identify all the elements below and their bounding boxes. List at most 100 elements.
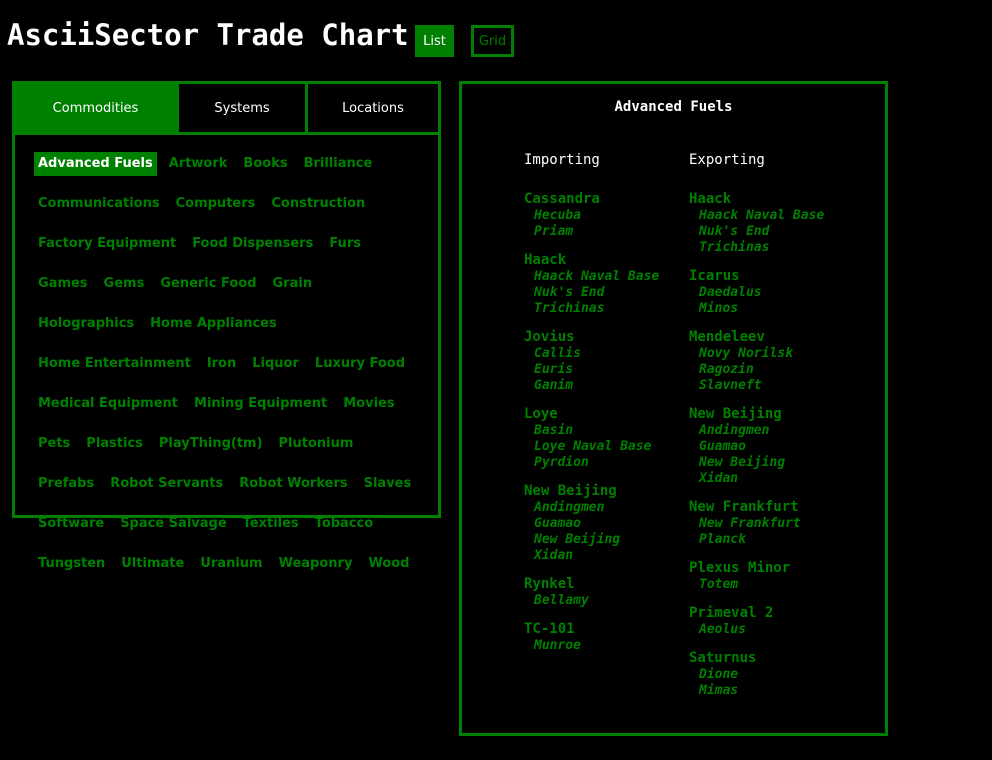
- system-link[interactable]: TC-101: [524, 620, 689, 638]
- location-link[interactable]: Priam: [524, 224, 689, 240]
- tab-commodities[interactable]: Commodities: [15, 84, 176, 132]
- commodity-link[interactable]: Space Salvage: [116, 512, 230, 536]
- commodity-link[interactable]: Software: [34, 512, 108, 536]
- commodity-link[interactable]: Holographics: [34, 312, 138, 336]
- tab-systems[interactable]: Systems: [176, 84, 305, 132]
- list-view-button[interactable]: List: [415, 25, 454, 57]
- location-link[interactable]: Trichinas: [689, 240, 854, 256]
- system-group: Mendeleev Novy Norilsk Ragozin Slavneft: [689, 328, 854, 394]
- system-link[interactable]: Haack: [689, 190, 854, 208]
- location-link[interactable]: Nuk's End: [524, 285, 689, 301]
- commodity-link[interactable]: Prefabs: [34, 472, 98, 496]
- commodity-link[interactable]: Home Entertainment: [34, 352, 195, 376]
- location-link[interactable]: Novy Norilsk: [689, 346, 854, 362]
- location-link[interactable]: New Frankfurt: [689, 516, 854, 532]
- commodity-link[interactable]: Games: [34, 272, 92, 296]
- system-link[interactable]: New Beijing: [524, 482, 689, 500]
- system-link[interactable]: Cassandra: [524, 190, 689, 208]
- location-link[interactable]: New Beijing: [689, 455, 854, 471]
- commodity-link[interactable]: Uranium: [196, 552, 266, 576]
- commodity-link[interactable]: Grain: [269, 272, 317, 296]
- location-link[interactable]: Hecuba: [524, 208, 689, 224]
- commodity-link[interactable]: Weaponry: [275, 552, 357, 576]
- system-link[interactable]: Icarus: [689, 267, 854, 285]
- commodity-link[interactable]: Gems: [100, 272, 149, 296]
- location-link[interactable]: Callis: [524, 346, 689, 362]
- tab-bar: Commodities Systems Locations: [15, 84, 438, 135]
- commodity-link[interactable]: Robot Workers: [235, 472, 351, 496]
- location-link[interactable]: Loye Naval Base: [524, 439, 689, 455]
- commodity-link[interactable]: PlayThing(tm): [155, 432, 267, 456]
- exporting-header: Exporting: [689, 152, 765, 168]
- location-link[interactable]: Ganim: [524, 378, 689, 394]
- commodity-link[interactable]: Plastics: [82, 432, 147, 456]
- commodity-link[interactable]: Food Dispensers: [188, 232, 317, 256]
- commodity-link[interactable]: Brilliance: [300, 152, 377, 176]
- location-link[interactable]: Euris: [524, 362, 689, 378]
- commodity-link[interactable]: Wood: [364, 552, 413, 576]
- system-group: Primeval 2 Aeolus: [689, 604, 854, 638]
- commodity-link[interactable]: Textiles: [239, 512, 303, 536]
- commodity-link[interactable]: Liquor: [248, 352, 303, 376]
- location-link[interactable]: Mimas: [689, 683, 854, 699]
- commodity-link[interactable]: Books: [239, 152, 291, 176]
- system-link[interactable]: New Frankfurt: [689, 498, 854, 516]
- location-link[interactable]: Xidan: [524, 548, 689, 564]
- location-link[interactable]: Guamao: [524, 516, 689, 532]
- commodity-link[interactable]: Generic Food: [156, 272, 260, 296]
- commodity-link[interactable]: Advanced Fuels: [34, 152, 157, 176]
- system-link[interactable]: Plexus Minor: [689, 559, 854, 577]
- system-link[interactable]: New Beijing: [689, 405, 854, 423]
- location-link[interactable]: Daedalus: [689, 285, 854, 301]
- location-link[interactable]: Bellamy: [524, 593, 689, 609]
- system-link[interactable]: Primeval 2: [689, 604, 854, 622]
- system-link[interactable]: Saturnus: [689, 649, 854, 667]
- location-link[interactable]: New Beijing: [524, 532, 689, 548]
- commodity-link[interactable]: Artwork: [165, 152, 232, 176]
- location-link[interactable]: Slavneft: [689, 378, 854, 394]
- commodity-link[interactable]: Communications: [34, 192, 164, 216]
- commodity-link[interactable]: Iron: [203, 352, 240, 376]
- commodity-link[interactable]: Robot Servants: [106, 472, 227, 496]
- system-link[interactable]: Haack: [524, 251, 689, 269]
- location-link[interactable]: Basin: [524, 423, 689, 439]
- commodity-link[interactable]: Slaves: [360, 472, 416, 496]
- commodity-link[interactable]: Movies: [339, 392, 398, 416]
- location-link[interactable]: Andingmen: [524, 500, 689, 516]
- location-link[interactable]: Nuk's End: [689, 224, 854, 240]
- location-link[interactable]: Munroe: [524, 638, 689, 654]
- location-link[interactable]: Pyrdion: [524, 455, 689, 471]
- location-link[interactable]: Andingmen: [689, 423, 854, 439]
- commodity-link[interactable]: Pets: [34, 432, 74, 456]
- commodity-link[interactable]: Plutonium: [275, 432, 358, 456]
- system-link[interactable]: Jovius: [524, 328, 689, 346]
- commodity-link[interactable]: Ultimate: [117, 552, 188, 576]
- location-link[interactable]: Xidan: [689, 471, 854, 487]
- location-link[interactable]: Trichinas: [524, 301, 689, 317]
- tab-locations[interactable]: Locations: [305, 84, 438, 132]
- location-link[interactable]: Aeolus: [689, 622, 854, 638]
- location-link[interactable]: Haack Naval Base: [524, 269, 689, 285]
- location-link[interactable]: Guamao: [689, 439, 854, 455]
- system-link[interactable]: Rynkel: [524, 575, 689, 593]
- commodity-link[interactable]: Home Appliances: [146, 312, 281, 336]
- commodity-link[interactable]: Computers: [172, 192, 260, 216]
- location-link[interactable]: Ragozin: [689, 362, 854, 378]
- system-link[interactable]: Mendeleev: [689, 328, 854, 346]
- location-link[interactable]: Planck: [689, 532, 854, 548]
- system-group: Saturnus Dione Mimas: [689, 649, 854, 699]
- commodity-link[interactable]: Tungsten: [34, 552, 109, 576]
- commodity-link[interactable]: Furs: [325, 232, 365, 256]
- location-link[interactable]: Minos: [689, 301, 854, 317]
- commodity-link[interactable]: Tobacco: [311, 512, 378, 536]
- location-link[interactable]: Dione: [689, 667, 854, 683]
- commodity-link[interactable]: Factory Equipment: [34, 232, 180, 256]
- commodity-link[interactable]: Mining Equipment: [190, 392, 331, 416]
- grid-view-button[interactable]: Grid: [471, 25, 514, 57]
- commodity-link[interactable]: Construction: [267, 192, 369, 216]
- commodity-link[interactable]: Luxury Food: [311, 352, 409, 376]
- commodity-link[interactable]: Medical Equipment: [34, 392, 182, 416]
- location-link[interactable]: Haack Naval Base: [689, 208, 854, 224]
- system-link[interactable]: Loye: [524, 405, 689, 423]
- location-link[interactable]: Totem: [689, 577, 854, 593]
